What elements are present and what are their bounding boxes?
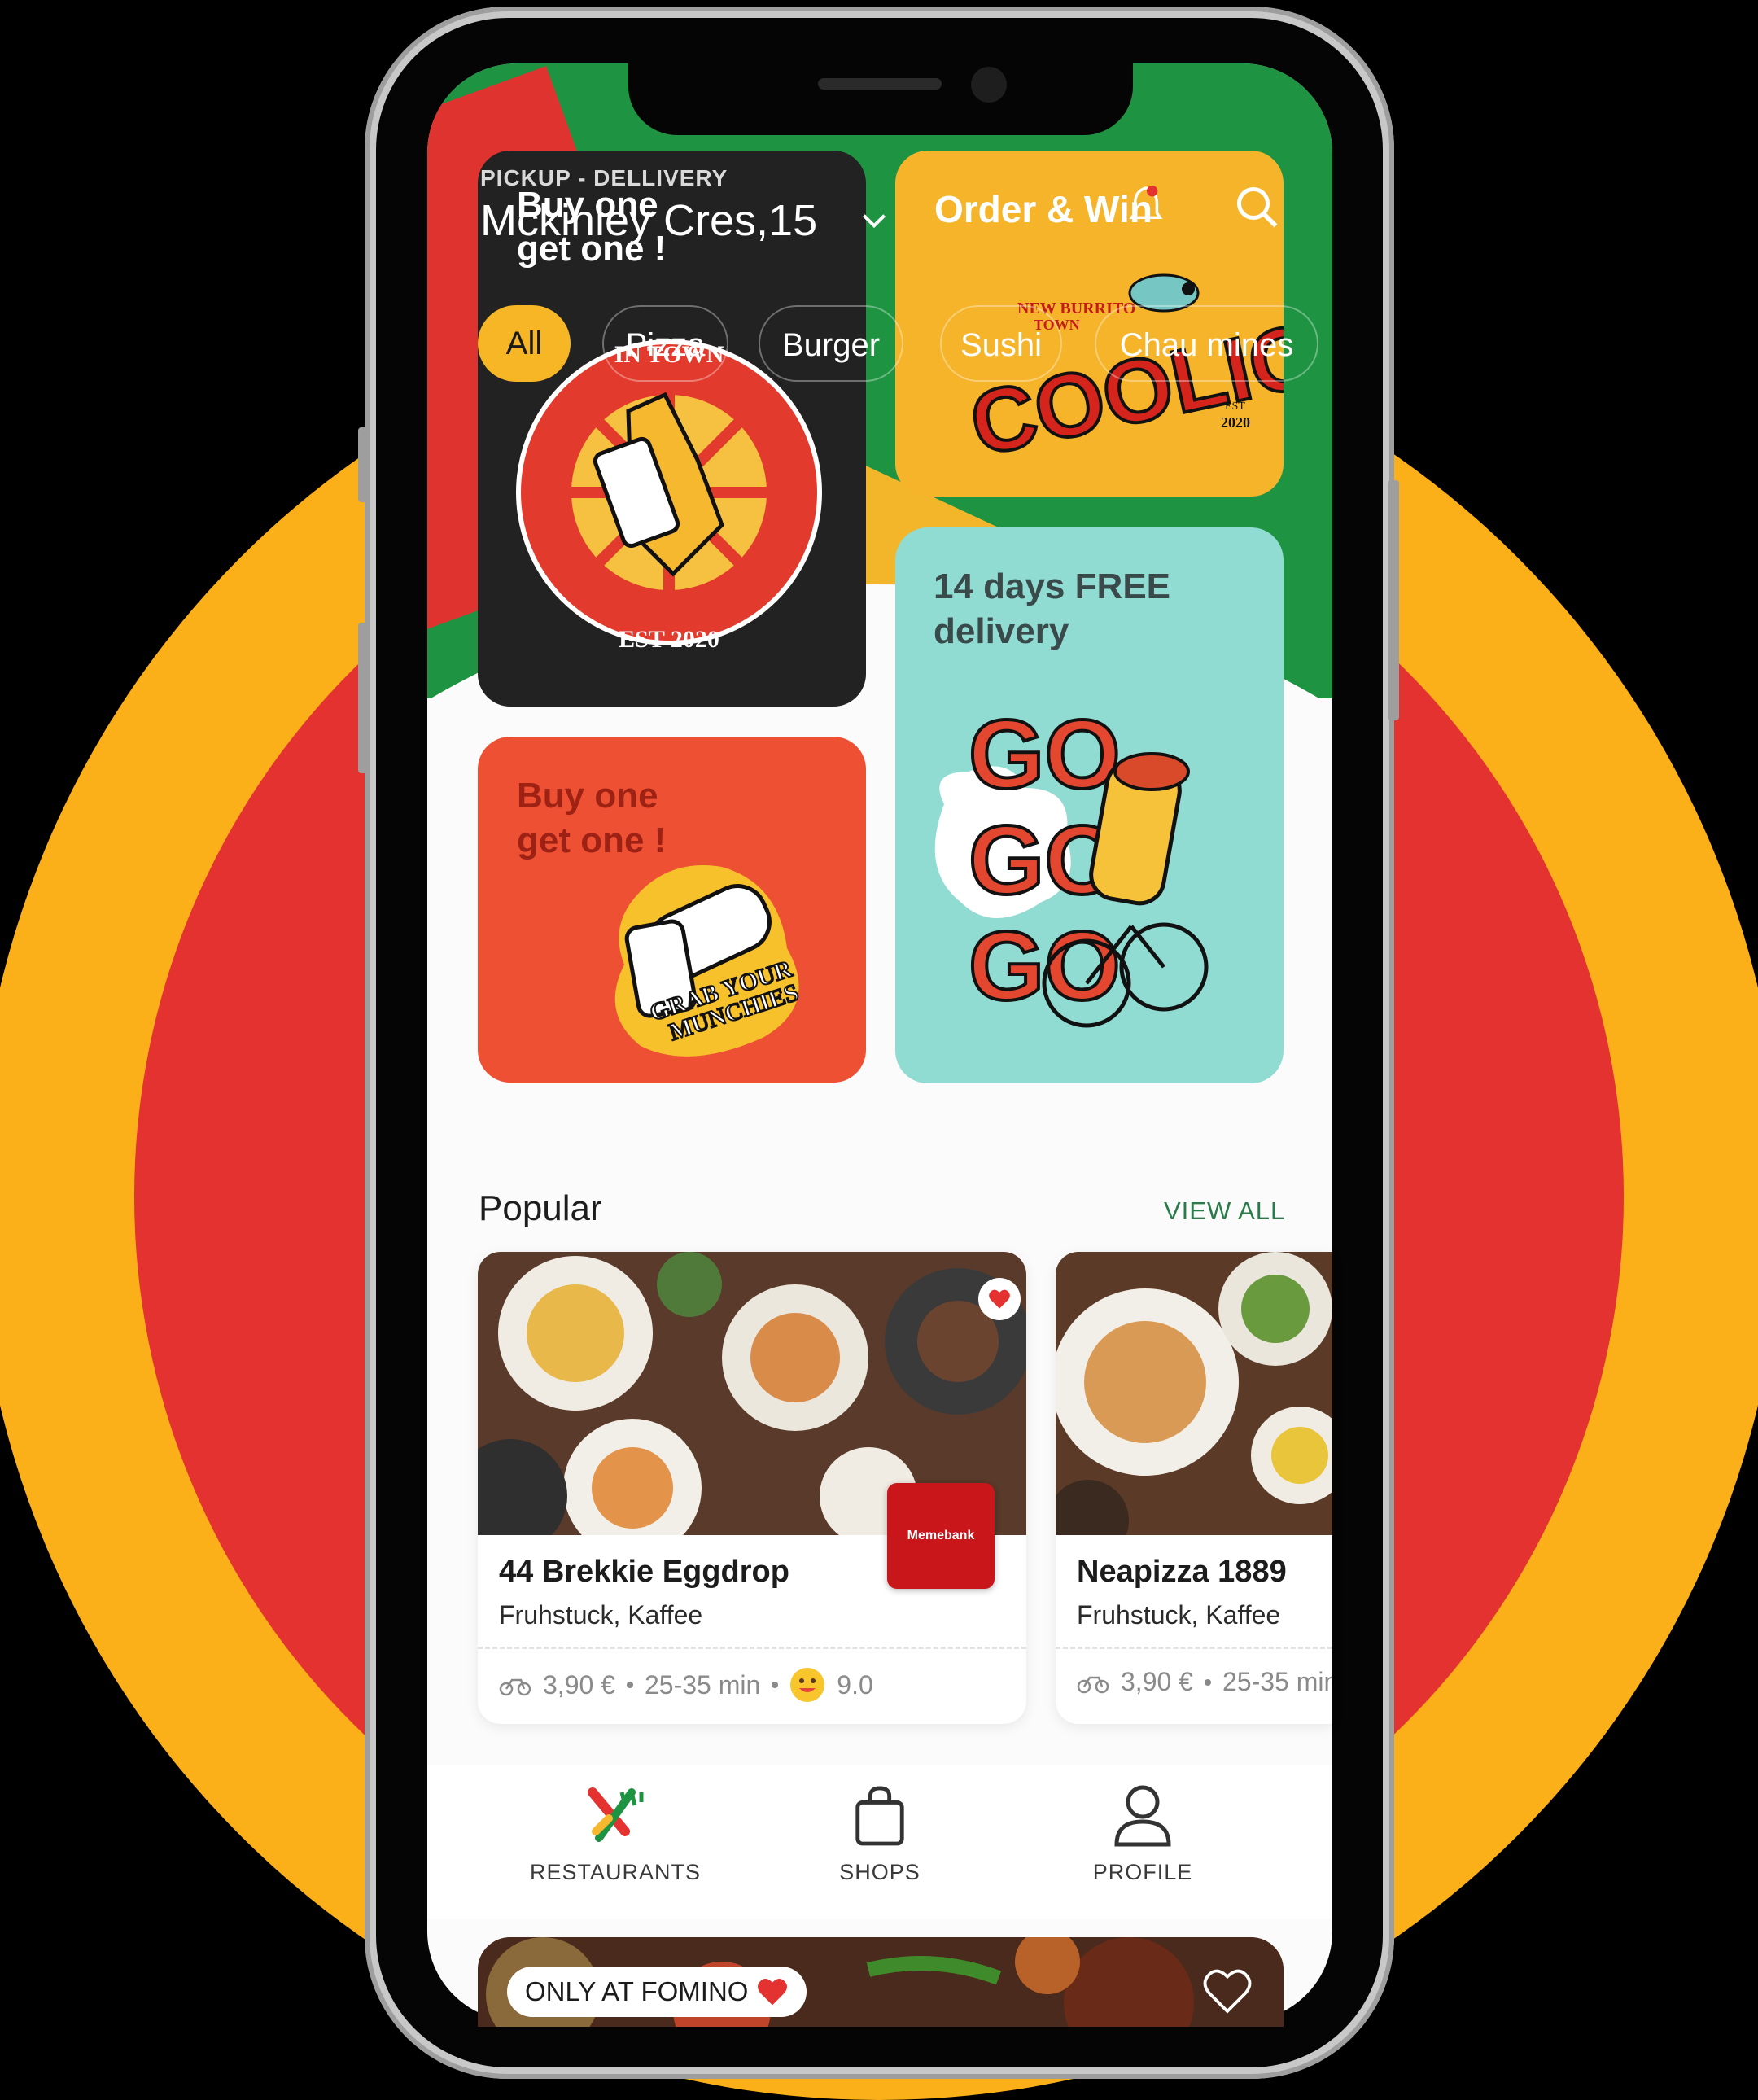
- nav-shops-label: SHOPS: [839, 1860, 921, 1884]
- order-win-title: Order & Win: [934, 188, 1152, 230]
- mute-switch: [358, 427, 370, 502]
- category-chip-pizza[interactable]: Pizza: [602, 305, 728, 382]
- heart-icon: [758, 1979, 788, 2006]
- fork-knife-icon: [588, 1787, 644, 1842]
- search-icon[interactable]: [1233, 183, 1282, 232]
- brand-name: Memebank: [907, 1529, 975, 1542]
- delivery-fee: 3,90 €: [1121, 1667, 1193, 1696]
- nav-restaurants-label: RESTAURANTS: [529, 1860, 702, 1884]
- nav-restaurants-button[interactable]: [509, 1783, 721, 1852]
- view-all-link[interactable]: VIEW ALL: [1164, 1197, 1285, 1226]
- phone-speaker: [818, 78, 942, 90]
- delivery-time: 25-35 min: [1222, 1667, 1332, 1696]
- chevron-down-icon[interactable]: [859, 205, 890, 236]
- user-icon: [1114, 1785, 1171, 1847]
- bogo-card-title: Buy one get one !: [517, 776, 667, 860]
- volume-up-button: [358, 623, 370, 773]
- promo-card-bogo[interactable]: Buy one get one ! GRAB YOUR MUNCHIES: [478, 737, 866, 1083]
- category-chip-chau-mines[interactable]: Chau mines: [1095, 305, 1318, 382]
- bicycle-icon: [499, 1678, 531, 1696]
- svg-text:EST 2020: EST 2020: [619, 626, 719, 653]
- restaurant-category: Fruhstuck, Kaffee: [499, 1600, 703, 1630]
- restaurant-category: Fruhstuck, Kaffee: [1077, 1600, 1281, 1630]
- brand-badge: Memebank: [887, 1483, 995, 1589]
- heart-outline-icon[interactable]: [1203, 1968, 1252, 2014]
- separator-dot: [772, 1682, 779, 1688]
- category-chip-all[interactable]: All: [478, 305, 571, 382]
- nav-profile-label: PROFILE: [1092, 1860, 1193, 1884]
- popular-section-title: Popular: [479, 1188, 602, 1228]
- delivery-mode-label[interactable]: PICKUP - DELLIVERY: [480, 165, 728, 191]
- exclusive-label: ONLY AT FOMINO: [525, 1976, 749, 2006]
- rating-value: 9.0: [837, 1669, 873, 1700]
- nav-shops-button[interactable]: [774, 1783, 986, 1852]
- divider: [478, 1647, 1026, 1649]
- nav-profile-button[interactable]: [1037, 1783, 1249, 1852]
- category-chip-burger[interactable]: Burger: [759, 305, 903, 382]
- promo-card-free-delivery[interactable]: 14 days FREE delivery GO GO GO: [895, 527, 1284, 1083]
- delivery-fee: 3,90 €: [543, 1669, 615, 1700]
- restaurant-name: 44 Brekkie Eggdrop: [499, 1555, 789, 1589]
- exclusive-badge: ONLY AT FOMINO: [507, 1967, 807, 2017]
- smiley-rating-icon: [790, 1668, 825, 1702]
- phone-notch: [628, 63, 1133, 135]
- restaurant-meta: 3,90 € 25-35 min 9.0: [499, 1667, 873, 1703]
- heart-icon: [989, 1289, 1010, 1309]
- delivery-address[interactable]: Mckinley Cres,15: [480, 195, 817, 246]
- restaurant-photo: [1056, 1252, 1332, 1535]
- free-delivery-title: 14 days FREE delivery: [934, 567, 1171, 651]
- svg-text:GO: GO: [969, 700, 1121, 809]
- svg-text:EST: EST: [1225, 400, 1245, 413]
- delivery-time: 25-35 min: [644, 1669, 761, 1700]
- restaurant-card[interactable]: Neapizza 1889 Fruhstuck, Kaffee 3,90 € 2…: [1056, 1252, 1332, 1724]
- separator-dot: [1204, 1678, 1211, 1686]
- power-button: [1388, 480, 1399, 720]
- phone-camera: [971, 67, 1007, 103]
- notification-bell-icon[interactable]: [1127, 181, 1165, 230]
- divider: [1056, 1647, 1332, 1649]
- restaurant-name: Neapizza 1889: [1077, 1555, 1287, 1589]
- favorite-button[interactable]: [978, 1278, 1021, 1320]
- restaurant-meta: 3,90 € 25-35 min: [1077, 1667, 1332, 1697]
- shopping-bag-icon: [855, 1786, 904, 1846]
- category-chip-sushi[interactable]: Sushi: [940, 305, 1062, 382]
- bicycle-icon: [1077, 1676, 1109, 1693]
- svg-text:2020: 2020: [1221, 414, 1250, 431]
- separator-dot: [626, 1682, 633, 1688]
